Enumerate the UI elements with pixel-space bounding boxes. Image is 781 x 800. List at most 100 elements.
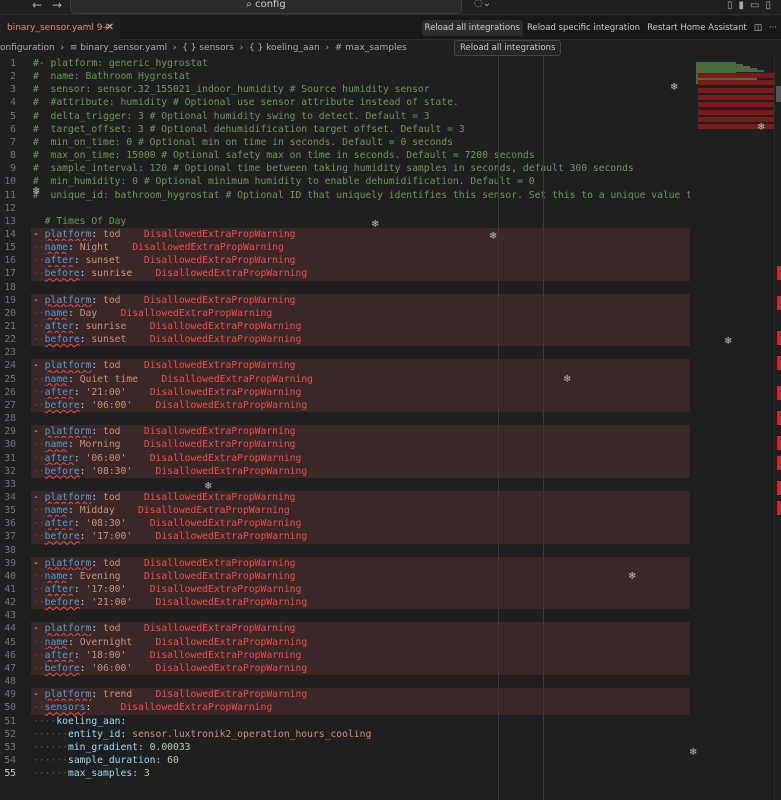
code-line[interactable]: 48	[0, 675, 690, 688]
punctuation	[132, 400, 155, 411]
split-editor-icon[interactable]: ◫	[751, 20, 765, 36]
yaml-key: after	[44, 518, 74, 530]
code-line[interactable]: 12	[0, 202, 690, 215]
punctuation	[126, 584, 149, 595]
code-line[interactable]: 27 ··before: '06:00' DisallowedExtraPropW…	[0, 398, 690, 413]
warning-inlay: DisallowedExtraPropWarning	[120, 702, 273, 714]
reload-specific-integration-button[interactable]: Reload specific integration	[524, 20, 643, 36]
code-line[interactable]: 54 ······sample_duration: 60	[0, 754, 690, 767]
warning-inlay: DisallowedExtraPropWarning	[132, 242, 284, 254]
code-line[interactable]: 3 # sensor: sensor.32_155021_indoor_humid…	[0, 83, 690, 96]
yaml-value: '08:30'	[85, 518, 127, 530]
code-line[interactable]: 24 - platform: tod DisallowedExtraPropWar…	[0, 359, 690, 373]
code-line[interactable]: 51 ····koeling_aan:	[0, 715, 690, 728]
crumb-file[interactable]: ≡ binary_sensor.yaml	[70, 43, 167, 53]
code-line[interactable]: 53 ······min_gradient: 0.00033	[0, 741, 690, 754]
code-line[interactable]: 20 ··name: Day DisallowedExtraPropWarning	[0, 306, 690, 320]
code-line[interactable]: 16 ··after: sunset DisallowedExtraPropWar…	[0, 254, 690, 268]
code-line[interactable]: 7 # min_on_time: 0 # Optional min on time…	[0, 136, 690, 149]
code-line[interactable]: 36 ··after: '08:30' DisallowedExtraPropWa…	[0, 517, 690, 531]
line-content: ··after: sunrise DisallowedExtraPropWarn…	[31, 320, 690, 334]
code-line[interactable]: 38	[0, 544, 690, 557]
crumb-koeling-aan[interactable]: { } koeling_aan	[249, 43, 320, 53]
code-line[interactable]: 30 ··name: Morning DisallowedExtraPropWar…	[0, 438, 690, 452]
punctuation: -	[33, 557, 45, 569]
code-line[interactable]: 10 # min_humidity: 0 # Optional minimum h…	[0, 175, 690, 188]
line-content: ····koeling_aan:	[31, 715, 690, 728]
code-line[interactable]: 44 - platform: tod DisallowedExtraPropWar…	[0, 622, 690, 636]
code-line[interactable]: 35 ··name: Midday DisallowedExtraPropWarn…	[0, 504, 690, 518]
code-line[interactable]: 29 - platform: tod DisallowedExtraPropWar…	[0, 425, 690, 439]
command-center-search[interactable]: ⌕ config	[70, 0, 462, 14]
code-line[interactable]: 18	[0, 281, 690, 294]
code-line[interactable]: 2 # name: Bathroom Hygrostat	[0, 70, 690, 83]
code-line[interactable]: 34 - platform: tod DisallowedExtraPropWar…	[0, 490, 690, 505]
code-line[interactable]: 13 # Times Of Day	[0, 215, 690, 228]
punctuation	[126, 650, 149, 661]
restart-home-assistant-button[interactable]: Restart Home Assistant	[644, 20, 750, 36]
code-line[interactable]: 5 # delta_trigger: 3 # Optional humidity …	[0, 110, 690, 123]
code-line[interactable]: 40 ··name: Evening DisallowedExtraPropWar…	[0, 569, 690, 583]
line-number: 35	[4, 505, 16, 517]
yaml-key: platform	[44, 557, 92, 569]
scrollbar-thumb[interactable]	[776, 86, 781, 102]
code-line[interactable]: 55 ······max_samples: 3	[0, 767, 690, 780]
scrollbar[interactable]	[774, 56, 781, 800]
code-line[interactable]: 32 ··before: '08:30' DisallowedExtraPropW…	[0, 464, 690, 478]
crumb-folder[interactable]: onfiguration	[0, 43, 55, 53]
code-line[interactable]: 45 ··name: Overnight DisallowedExtraPropW…	[0, 635, 690, 649]
line-number: 5	[10, 110, 16, 122]
line-number: 32	[4, 465, 16, 477]
line-number: 51	[4, 715, 16, 727]
copilot-icon[interactable]: ◌⌄	[474, 0, 491, 9]
yaml-key: after	[44, 584, 74, 595]
more-actions-icon[interactable]: ···	[766, 20, 780, 36]
code-line[interactable]: 50 ··sensors: DisallowedExtraPropWarning	[0, 701, 690, 715]
yaml-value: sensor.luxtronik2_operation_hours_coolin…	[132, 728, 372, 740]
code-line[interactable]: 26 ··after: '21:00' DisallowedExtraPropWa…	[0, 385, 690, 399]
code-line[interactable]: 1 #- platform: generic_hygrostat	[0, 57, 690, 70]
code-editor[interactable]: 1 #- platform: generic_hygrostat 2 # name: …	[0, 56, 690, 800]
code-line[interactable]: 15 ··name: Night DisallowedExtraPropWarni…	[0, 241, 690, 255]
code-line[interactable]: 37 ··before: '17:00' DisallowedExtraPropW…	[0, 530, 690, 544]
code-line[interactable]: 14 - platform: tod DisallowedExtraPropWar…	[0, 227, 690, 242]
line-content: ··name: Midday DisallowedExtraPropWarnin…	[31, 504, 690, 518]
code-line[interactable]: 47 ··before: '06:00' DisallowedExtraPropW…	[0, 661, 690, 676]
code-line[interactable]: 49 - platform: trend DisallowedExtraPropW…	[0, 688, 690, 702]
code-line[interactable]: 39 - platform: tod DisallowedExtraPropWar…	[0, 556, 690, 570]
code-line[interactable]: 6 # target_offset: 3 # Optional dehumidif…	[0, 123, 690, 136]
crumb-max-samples[interactable]: # max_samples	[335, 43, 407, 53]
layout-icons[interactable]: ▯▮▭▯	[727, 0, 777, 11]
code-line[interactable]: 31 ··after: '06:00' DisallowedExtraPropWa…	[0, 451, 690, 465]
code-line[interactable]: 9 # sample_interval: 120 # Optional time …	[0, 162, 690, 175]
line-content: # delta_trigger: 3 # Optional humidity s…	[31, 110, 690, 123]
line-content: - platform: tod DisallowedExtraPropWarni…	[31, 293, 690, 307]
code-line[interactable]: 8 # max_on_time: 15000 # Optional safety …	[0, 149, 690, 162]
code-line[interactable]: 19 - platform: tod DisallowedExtraPropWar…	[0, 293, 690, 307]
code-line[interactable]: 21 ··after: sunrise DisallowedExtraPropWa…	[0, 320, 690, 334]
code-line[interactable]: 23	[0, 346, 690, 359]
nav-arrows[interactable]: ←→	[32, 0, 72, 12]
code-line[interactable]: 52 ······entity_id: sensor.luxtronik2_ope…	[0, 728, 690, 741]
code-line[interactable]: 42 ··before: '21:00' DisallowedExtraPropW…	[0, 596, 690, 610]
punctuation: ··	[33, 386, 45, 398]
code-line[interactable]: 33	[0, 478, 690, 491]
minimap[interactable]	[692, 56, 774, 800]
yaml-value: tod	[103, 623, 121, 635]
close-icon[interactable]: ✕	[106, 16, 114, 40]
warning-inlay: DisallowedExtraPropWarning	[155, 689, 308, 701]
reload-all-integrations-button[interactable]: Reload all integrations	[421, 20, 523, 36]
code-line[interactable]: 4 # #attribute: humidity # Optional use s…	[0, 96, 690, 109]
punctuation: ······	[33, 741, 68, 753]
code-line[interactable]: 28	[0, 412, 690, 425]
code-line[interactable]: 43	[0, 609, 690, 622]
code-line[interactable]: 25 ··name: Quiet time DisallowedExtraProp…	[0, 372, 690, 386]
crumb-sensors[interactable]: { } sensors	[182, 43, 234, 53]
code-line[interactable]: 41 ··after: '17:00' DisallowedExtraPropWa…	[0, 583, 690, 597]
code-line[interactable]: 11 # unique_id: bathroom_hygrostat # Opti…	[0, 189, 690, 202]
punctuation: ··	[33, 373, 45, 385]
code-line[interactable]: 17 ··before: sunrise DisallowedExtraPropW…	[0, 267, 690, 281]
code-line[interactable]: 22 ··before: sunset DisallowedExtraPropWa…	[0, 333, 690, 347]
code-line[interactable]: 46 ··after: '18:00' DisallowedExtraPropWa…	[0, 648, 690, 662]
tab-binary-sensor-yaml[interactable]: binary_sensor.yaml 9+ ✕	[0, 16, 120, 40]
